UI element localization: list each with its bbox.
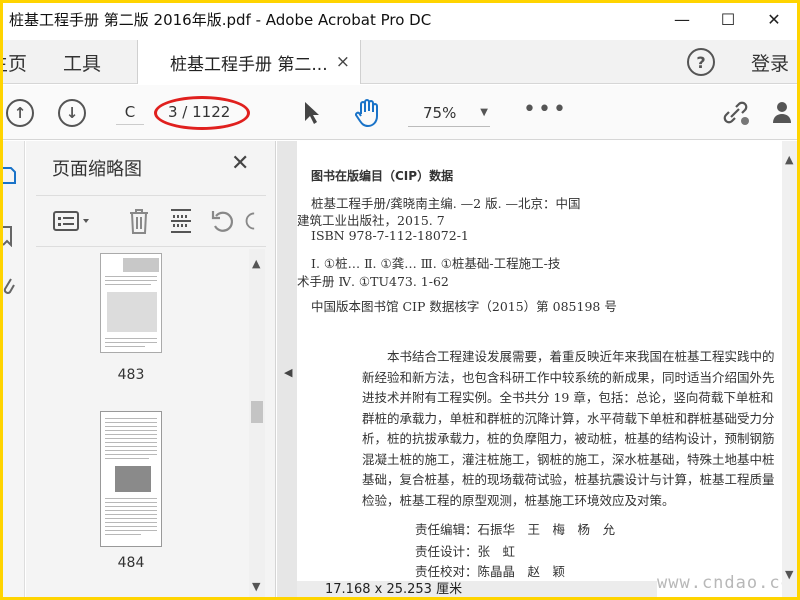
delete-page-button[interactable] [124,206,154,236]
scrollbar-thumb[interactable] [251,401,263,423]
thumbnail-label: 484 [117,555,145,571]
tab-document[interactable]: 桩基工程手册 第二... × [137,40,361,84]
scroll-up-icon[interactable]: ▲ [785,153,793,166]
panel-title: 页面缩略图 [52,159,142,180]
cip-line: Ⅰ. ①桩… Ⅱ. ①龚… Ⅲ. ①桩基础-工程施工-技 [311,256,561,271]
zoom-select[interactable]: 75% ▼ [408,99,490,127]
more-tools-button[interactable]: ••• [523,97,568,122]
cursor-arrow-icon [305,101,319,124]
cip-line: ISBN 978-7-112-18072-1 [311,228,469,243]
extract-pages-button[interactable] [166,206,196,236]
options-menu-button[interactable] [52,206,96,236]
tabs-bar: 主页 工具 桩基工程手册 第二... × ? 登录 [3,40,797,84]
collapse-panel-icon[interactable]: ◀ [284,366,292,379]
minimize-button[interactable]: — [659,3,705,36]
bookmarks-icon[interactable] [3,225,23,249]
editor-line: 责任编辑：石振华 王 梅 杨 允 [415,522,616,537]
rotate-right-icon [245,212,255,230]
close-tab-button[interactable]: × [336,52,350,72]
rotate-left-icon [211,211,234,232]
window-title: 桩基工程手册 第二版 2016年版.pdf - Adobe Acrobat Pr… [9,11,432,29]
document-tab-label: 桩基工程手册 第二... [170,54,328,75]
attachments-icon[interactable] [3,277,23,301]
acrobat-window: 桩基工程手册 第二版 2016年版.pdf - Adobe Acrobat Pr… [3,3,797,597]
editor-line: 责任设计：张 虹 [415,544,516,559]
chevron-down-icon: ▼ [480,107,488,118]
cip-number: 中国版本图书馆 CIP 数据核字（2015）第 085198 号 [311,299,617,314]
close-panel-button[interactable]: ✕ [231,151,249,176]
toolbar: ↑ ↓ C 3 / 1122 75% ▼ ••• [3,85,797,140]
page-thumbnail-483[interactable] [100,253,162,353]
arrow-up-icon: ↑ [6,98,34,127]
page-thumbnail-484[interactable] [100,411,162,547]
red-highlight-circle [154,96,250,130]
thumbnail-list: 483 484 [36,249,258,597]
share-user-button[interactable] [771,85,797,140]
help-icon[interactable]: ? [687,48,715,76]
watermark: www.cndao.com [657,573,797,593]
cip-heading: 图书在版编目（CIP）数据 [311,169,454,183]
add-user-icon [773,101,791,123]
document-scrollbar[interactable]: ▲ ▼ [782,141,797,597]
page-number-input[interactable]: C [116,99,144,125]
hand-icon [355,98,378,127]
maximize-button[interactable]: ☐ [705,3,751,36]
page-thumbnails-icon[interactable] [3,165,23,189]
thumbnails-panel: 页面缩略图 ✕ 483 484 ▲ ▼ [26,141,276,597]
page-size-status: 17.168 x 25.253 厘米 [297,581,657,597]
extract-pages-icon [171,209,191,233]
title-bar: 桩基工程手册 第二版 2016年版.pdf - Adobe Acrobat Pr… [3,3,797,36]
arrow-down-icon: ↓ [58,98,86,127]
cip-line: 术手册 Ⅳ. ①TU473. 1-62 [297,274,449,289]
pdf-page: 图书在版编目（CIP）数据 桩基工程手册/龚晓南主编. —2 版. —北京：中国… [297,141,782,597]
previous-page-button[interactable]: ↑ [5,85,35,140]
scroll-up-icon[interactable]: ▲ [252,257,260,270]
thumbnail-label: 483 [117,367,145,383]
list-options-icon [53,211,89,231]
share-link-button[interactable] [719,85,753,140]
tab-home[interactable]: 主页 [3,40,27,84]
tab-tools[interactable]: 工具 [63,40,101,84]
panel-toolbar [36,195,266,247]
scroll-down-icon[interactable]: ▼ [785,568,793,581]
hand-tool-button[interactable] [349,85,385,140]
next-page-button[interactable]: ↓ [57,85,87,140]
cip-line: 建筑工业出版社，2015. 7 [297,213,445,228]
trash-icon [130,209,148,234]
thumbnail-scrollbar[interactable]: ▲ ▼ [249,249,265,597]
book-summary: 本书结合工程建设发展需要，着重反映近年来我国在桩基工程实践中的新经验和新方法，也… [362,349,775,508]
navigation-rail [3,141,25,597]
link-icon [723,101,749,125]
rotate-clockwise-button[interactable] [244,206,266,236]
select-tool-button[interactable] [299,85,325,140]
login-button[interactable]: 登录 [751,49,789,76]
editor-line: 责任校对：陈晶晶 赵 颖 [415,564,566,579]
document-view: ◀ 图书在版编目（CIP）数据 桩基工程手册/龚晓南主编. —2 版. —北京：… [277,141,797,597]
scroll-down-icon[interactable]: ▼ [252,580,260,593]
rotate-counterclockwise-button[interactable] [208,206,238,236]
close-window-button[interactable]: ✕ [751,3,797,36]
zoom-value: 75% [423,104,457,122]
